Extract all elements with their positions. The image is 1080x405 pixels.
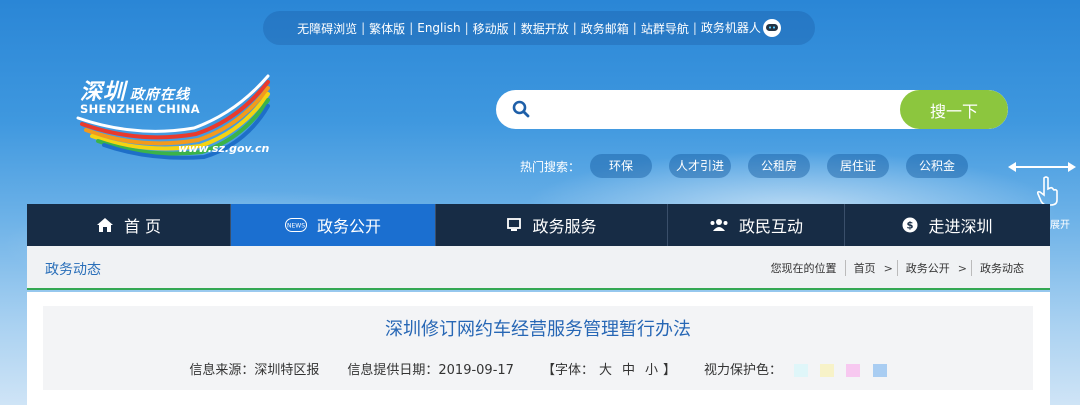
nav-label: 政民互动 (738, 217, 803, 236)
divider (971, 260, 972, 276)
hot-tag-housing-fund[interactable]: 公积金 (906, 154, 969, 178)
logo-subtitle: 政府在线 (130, 87, 191, 103)
font-size-small[interactable]: 小 (645, 363, 658, 378)
hot-tag-residence-permit[interactable]: 居住证 (827, 154, 890, 178)
font-size-suffix: 】 (663, 363, 677, 378)
nav-label: 首 页 (123, 217, 162, 236)
section-title: 政务动态 (45, 262, 101, 278)
svg-text:NEWS: NEWS (287, 223, 305, 230)
news-icon: NEWS (284, 218, 307, 232)
nav-label: 政务公开 (316, 217, 381, 236)
hot-search: 热门搜索： 环保 人才引进 公租房 居住证 公积金 (520, 154, 985, 178)
gov-robot-label: 政务机器人 (700, 20, 761, 35)
breadcrumb: 您现在的位置 首页 > 政务公开 > 政务动态 (771, 260, 1024, 276)
search-input[interactable] (540, 90, 900, 129)
eye-care-swatch-blue[interactable] (872, 364, 887, 377)
monitor-icon (507, 218, 522, 231)
nav-item-interaction[interactable]: 政民互动 (668, 204, 845, 246)
separator: | (692, 21, 697, 35)
nav-label: 走进深圳 (928, 217, 993, 236)
article-header: 深圳修订网约车经营服务管理暂行办法 信息来源：深圳特区报 信息提供日期：2019… (43, 306, 1033, 390)
svg-text:$: $ (907, 221, 914, 232)
eye-care-control: 视力保护色： (704, 359, 887, 378)
article-source: 信息来源：深圳特区报 (189, 363, 320, 378)
search-box: 搜一下 (496, 90, 1008, 129)
robot-icon (762, 19, 781, 38)
nav-item-about-shenzhen[interactable]: $ 走进深圳 (845, 204, 1050, 246)
mobile-link[interactable]: 移动版 (469, 20, 513, 37)
eye-care-swatch-cyan[interactable] (794, 364, 809, 377)
site-navigation-link[interactable]: 站群导航 (637, 20, 693, 37)
eye-care-swatch-yellow[interactable] (820, 364, 835, 377)
search-icon (512, 100, 530, 118)
nav-item-gov-affairs[interactable]: NEWS 政务公开 (231, 204, 436, 246)
font-size-medium[interactable]: 中 (622, 363, 635, 378)
breadcrumb-bar: 政务动态 您现在的位置 首页 > 政务公开 > 政务动态 (27, 246, 1050, 290)
breadcrumb-separator: > (883, 261, 893, 275)
font-size-large[interactable]: 大 (599, 363, 612, 378)
article-meta: 信息来源：深圳特区报 信息提供日期：2019-09-17 【字体： 大中小】 视力… (43, 359, 1033, 378)
separator: | (512, 21, 517, 35)
nav-label: 政务服务 (532, 217, 597, 236)
site-logo[interactable]: 深圳 政府在线 SHENZHEN CHINA www.sz.gov.cn (76, 68, 276, 163)
logo-url: www.sz.gov.cn (178, 142, 270, 155)
breadcrumb-separator: > (957, 261, 967, 275)
divider (896, 260, 898, 276)
font-size-control: 【字体： 大中小】 (542, 359, 676, 378)
breadcrumb-home[interactable]: 首页 (854, 260, 876, 276)
top-utility-bar: 无障碍浏览 | 繁体版 | English | 移动版 | 数据开放 | 政务邮… (263, 11, 815, 45)
hot-tag-environment[interactable]: 环保 (590, 154, 653, 178)
hot-tag-talent[interactable]: 人才引进 (669, 154, 732, 178)
article-title: 深圳修订网约车经营服务管理暂行办法 (385, 319, 691, 340)
separator: | (361, 21, 366, 35)
logo-english-text: SHENZHEN CHINA (80, 102, 200, 116)
separator: | (464, 21, 469, 35)
accessibility-link[interactable]: 无障碍浏览 (293, 20, 361, 37)
breadcrumb-gov-affairs[interactable]: 政务公开 (906, 260, 950, 276)
eye-care-label: 视力保护色： (704, 363, 783, 378)
hot-search-label: 热门搜索： (520, 159, 581, 174)
open-data-link[interactable]: 数据开放 (517, 20, 573, 37)
hand-pointer-icon (1036, 176, 1058, 206)
separator: | (572, 21, 577, 35)
people-icon (710, 219, 728, 231)
divider (844, 260, 846, 276)
location-label: 您现在的位置 (770, 262, 837, 275)
traditional-chinese-link[interactable]: 繁体版 (365, 20, 409, 37)
content-area: 深圳修订网约车经营服务管理暂行办法 信息来源：深圳特区报 信息提供日期：2019… (27, 292, 1050, 405)
eye-care-swatch-pink[interactable] (846, 364, 861, 377)
double-arrow-icon (1008, 162, 1076, 172)
gov-robot-link[interactable]: 政务机器人 (697, 19, 785, 38)
hot-tag-public-rental[interactable]: 公租房 (748, 154, 811, 178)
main-nav: 首 页 NEWS 政务公开 政务服务 政民互动 $ 走进深圳 (27, 204, 1050, 246)
gov-mail-link[interactable]: 政务邮箱 (577, 20, 633, 37)
info-icon: $ (902, 217, 918, 233)
search-button[interactable]: 搜一下 (900, 90, 1008, 129)
font-size-prefix: 【字体： (541, 363, 594, 378)
separator: | (632, 21, 637, 35)
nav-item-home[interactable]: 首 页 (27, 204, 231, 246)
separator: | (409, 21, 414, 35)
breadcrumb-current[interactable]: 政务动态 (980, 260, 1024, 276)
article-date: 信息提供日期：2019-09-17 (347, 363, 514, 378)
english-link[interactable]: English (413, 21, 464, 35)
home-icon (96, 218, 113, 232)
nav-item-gov-services[interactable]: 政务服务 (436, 204, 668, 246)
